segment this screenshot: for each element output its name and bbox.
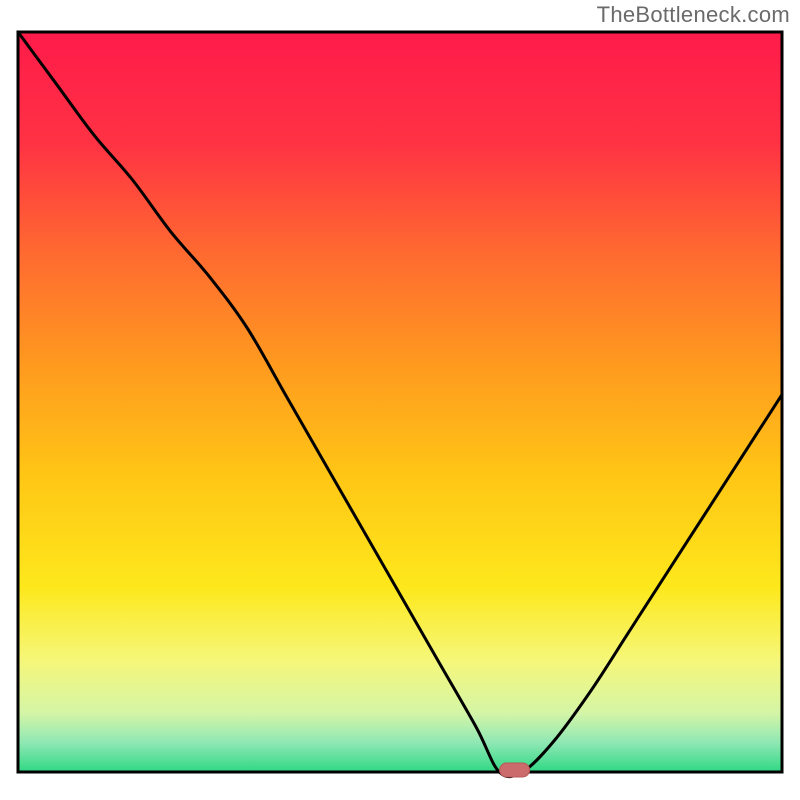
plot-background [18,32,782,772]
attribution-label: TheBottleneck.com [597,2,790,28]
optimal-marker [500,763,530,777]
bottleneck-chart [0,0,800,800]
chart-container: TheBottleneck.com [0,0,800,800]
